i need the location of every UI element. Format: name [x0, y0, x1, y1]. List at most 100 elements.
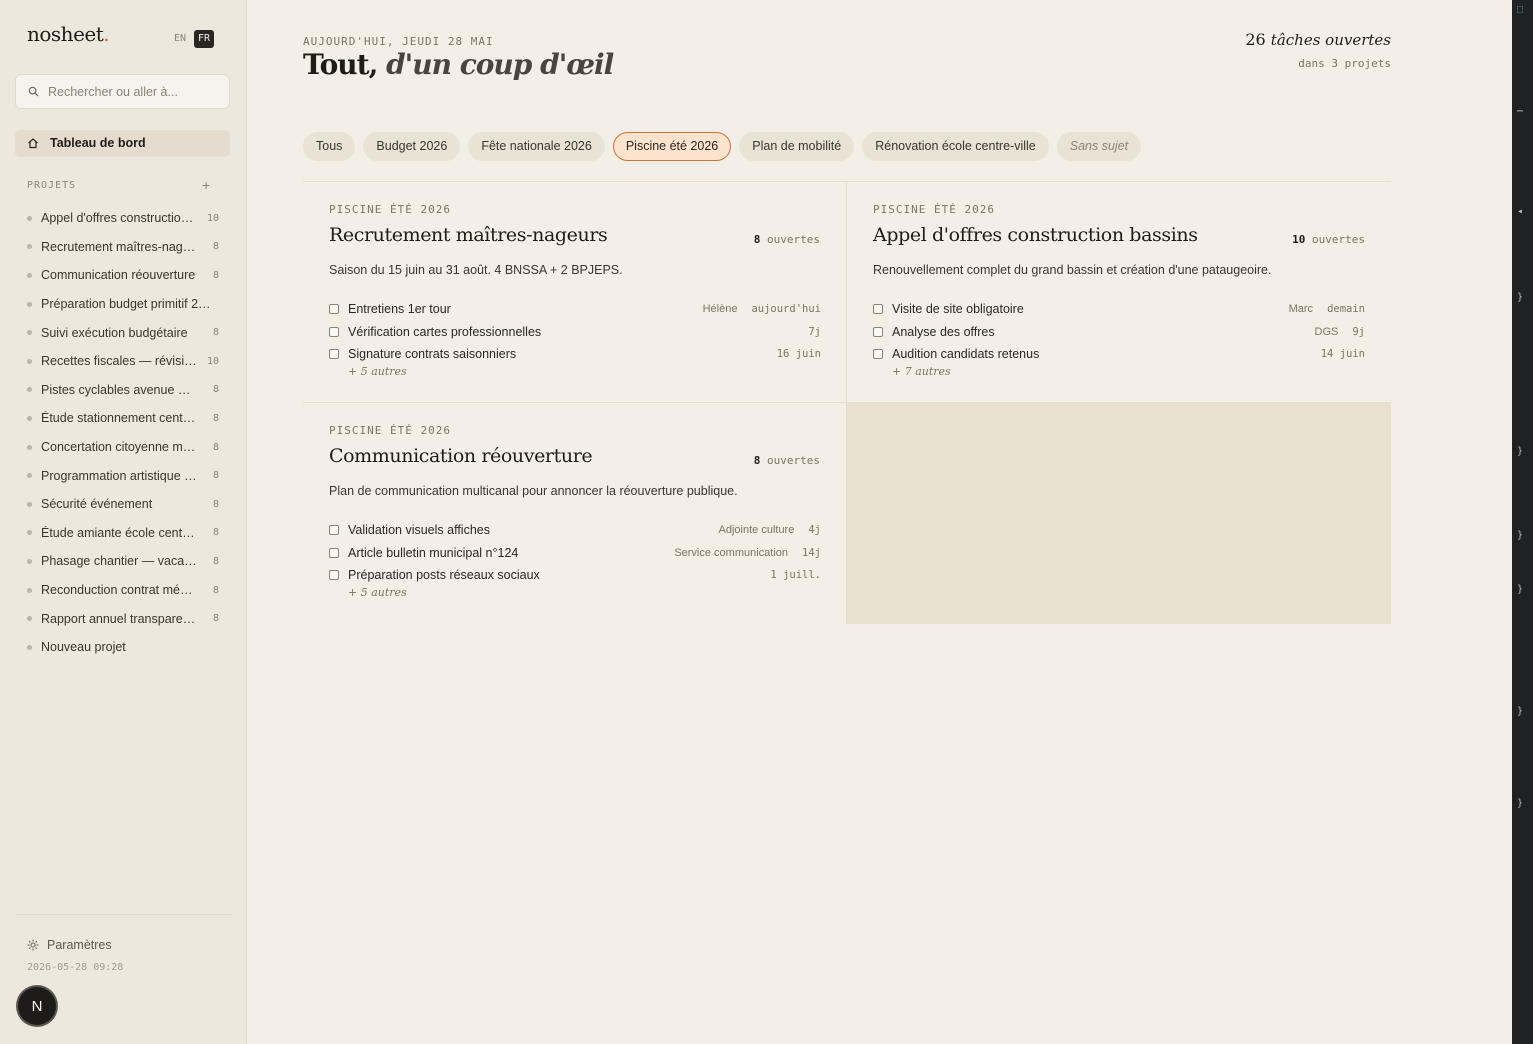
task-row: Visite de site obligatoire Marc demain [873, 298, 1365, 320]
project-card[interactable]: PISCINE ÉTÉ 2026 Recrutement maîtres-nag… [303, 182, 847, 403]
task-due: 7j [808, 325, 821, 338]
task-name[interactable]: Entretiens 1er tour [348, 302, 451, 316]
task-row: Entretiens 1er tour Hélène aujourd'hui [329, 298, 821, 320]
sidebar-item-project[interactable]: Concertation citoyenne mobilité 8 [27, 433, 222, 462]
project-card[interactable]: PISCINE ÉTÉ 2026 Appel d'offres construc… [847, 182, 1391, 403]
card-description: Saison du 15 juin au 31 août. 4 BNSSA + … [329, 263, 623, 277]
project-name: Suivi exécution budgétaire [41, 325, 188, 340]
settings-link[interactable]: Paramètres [27, 938, 112, 952]
task-name[interactable]: Analyse des offres [892, 325, 995, 339]
brace-glyph: } [1517, 706, 1524, 717]
bullet-icon [27, 215, 32, 221]
brace-glyph: } [1517, 584, 1524, 595]
card-title[interactable]: Recrutement maîtres-nageurs [329, 224, 608, 246]
task-checkbox[interactable] [329, 547, 339, 558]
project-name: Communication réouverture [41, 268, 196, 283]
task-name[interactable]: Visite de site obligatoire [892, 302, 1024, 316]
tab-piscine-ete-2026[interactable]: Piscine été 2026 [612, 132, 732, 161]
app-logo[interactable]: nosheet. [27, 22, 110, 46]
sidebar-item-project[interactable]: Communication réouverture 8 [27, 261, 222, 290]
task-name[interactable]: Vérification cartes professionnelles [348, 325, 541, 339]
sidebar-item-project[interactable]: Suivi exécution budgétaire 8 [27, 318, 222, 347]
tab-plan-de-mobilite[interactable]: Plan de mobilité [739, 132, 855, 161]
avatar[interactable]: N [18, 987, 56, 1025]
tab-tous[interactable]: Tous [303, 132, 356, 161]
sidebar-item-project[interactable]: Étude amiante école centre-ville 8 [27, 519, 222, 548]
project-count: 8 [212, 412, 219, 424]
task-checkbox[interactable] [329, 326, 339, 337]
task-due: 9j [1352, 325, 1365, 338]
sidebar-item-project[interactable]: Phasage chantier — vacances 8 [27, 547, 222, 576]
task-row: Signature contrats saisonniers 16 juin [329, 343, 821, 365]
project-count: 8 [212, 584, 219, 596]
bullet-icon [27, 415, 32, 421]
sidebar-item-project[interactable]: Préparation budget primitif 2026 [27, 290, 222, 319]
task-row: Article bulletin municipal n°124 Service … [329, 541, 821, 563]
more-tasks-link[interactable]: + 5 autres [348, 586, 821, 602]
task-row: Analyse des offres DGS 9j [873, 320, 1365, 342]
task-checkbox[interactable] [329, 348, 339, 359]
sidebar-item-project[interactable]: Sécurité événement 8 [27, 490, 222, 519]
project-count: 8 [212, 241, 219, 253]
task-checkbox[interactable] [873, 348, 883, 359]
task-checkbox[interactable] [873, 304, 883, 315]
project-name: Rapport annuel transparence [41, 611, 197, 626]
project-name: Reconduction contrat ménage [41, 583, 197, 598]
open-tasks-summary: 26 tâches ouvertes dans 3 projets [1245, 30, 1391, 70]
inspect-icon[interactable]: ⬚ [1517, 4, 1523, 15]
sidebar-item-project[interactable]: Appel d'offres construction bassins 10 [27, 204, 222, 233]
project-card[interactable]: PISCINE ÉTÉ 2026 Communication réouvertu… [303, 403, 847, 624]
task-name[interactable]: Audition candidats retenus [892, 347, 1039, 361]
sidebar-item-project[interactable]: Reconduction contrat ménage 8 [27, 576, 222, 605]
project-name: Nouveau projet [41, 640, 126, 655]
more-icon[interactable]: ⋯ [1517, 106, 1523, 117]
bullet-icon [27, 501, 32, 507]
task-checkbox[interactable] [329, 304, 339, 315]
bullet-icon [27, 558, 32, 564]
task-name[interactable]: Signature contrats saisonniers [348, 347, 516, 361]
task-checkbox[interactable] [329, 525, 339, 536]
card-title[interactable]: Communication réouverture [329, 445, 593, 467]
task-due: demain [1327, 303, 1365, 316]
lang-en-toggle[interactable]: EN [170, 30, 190, 48]
more-tasks-link[interactable]: + 5 autres [348, 365, 821, 381]
task-name[interactable]: Article bulletin municipal n°124 [348, 546, 518, 560]
task-checkbox[interactable] [329, 569, 339, 580]
bullet-icon [27, 387, 32, 393]
bullet-icon [27, 587, 32, 593]
card-open-count: 8 ouvertes [753, 233, 820, 246]
sidebar-item-dashboard[interactable]: Tableau de bord [15, 130, 230, 157]
page-title: Tout, d'un coup d'œil [303, 48, 614, 81]
card-title[interactable]: Appel d'offres construction bassins [873, 224, 1198, 246]
more-tasks-link[interactable]: + 7 autres [892, 365, 1365, 381]
task-name[interactable]: Validation visuels affiches [348, 523, 490, 537]
collapse-icon[interactable]: ◂ [1517, 206, 1523, 217]
task-name[interactable]: Préparation posts réseaux sociaux [348, 568, 540, 582]
sidebar-item-project[interactable]: Recettes fiscales — révision 10 [27, 347, 222, 376]
task-assignee: Marc [1288, 303, 1314, 316]
search-input[interactable]: Rechercher ou aller à... [15, 74, 230, 109]
sidebar-item-project[interactable]: Étude stationnement centre-ville 8 [27, 404, 222, 433]
task-row: Vérification cartes professionnelles 7j [329, 320, 821, 342]
sidebar-item-project[interactable]: Rapport annuel transparence 8 [27, 604, 222, 633]
tab-budget-2026[interactable]: Budget 2026 [363, 132, 461, 161]
card-kicker: PISCINE ÉTÉ 2026 [873, 203, 995, 216]
project-name: Sécurité événement [41, 497, 153, 512]
open-tasks-label: tâches ouvertes [1270, 31, 1391, 49]
project-count: 8 [212, 470, 219, 482]
tab-sans-sujet[interactable]: Sans sujet [1056, 132, 1142, 161]
clock: 2026-05-28 09:28 [27, 962, 124, 973]
project-count: 10 [206, 212, 219, 224]
tab-fete-nationale-2026[interactable]: Fête nationale 2026 [468, 132, 605, 161]
lang-fr-toggle[interactable]: FR [194, 30, 215, 48]
sidebar-item-project[interactable]: Recrutement maîtres-nageurs 8 [27, 233, 222, 262]
sidebar-item-new-project[interactable]: Nouveau projet [27, 633, 222, 662]
project-count: 8 [212, 327, 219, 339]
tab-renovation-ecole[interactable]: Rénovation école centre-ville [862, 132, 1049, 161]
brace-glyph: } [1517, 530, 1524, 541]
task-checkbox[interactable] [873, 326, 883, 337]
sidebar-item-project[interactable]: Programmation artistique fête 8 [27, 461, 222, 490]
add-project-button[interactable]: + [202, 177, 210, 193]
sidebar-item-project[interactable]: Pistes cyclables avenue du parc 8 [27, 376, 222, 405]
bullet-icon [27, 244, 32, 250]
